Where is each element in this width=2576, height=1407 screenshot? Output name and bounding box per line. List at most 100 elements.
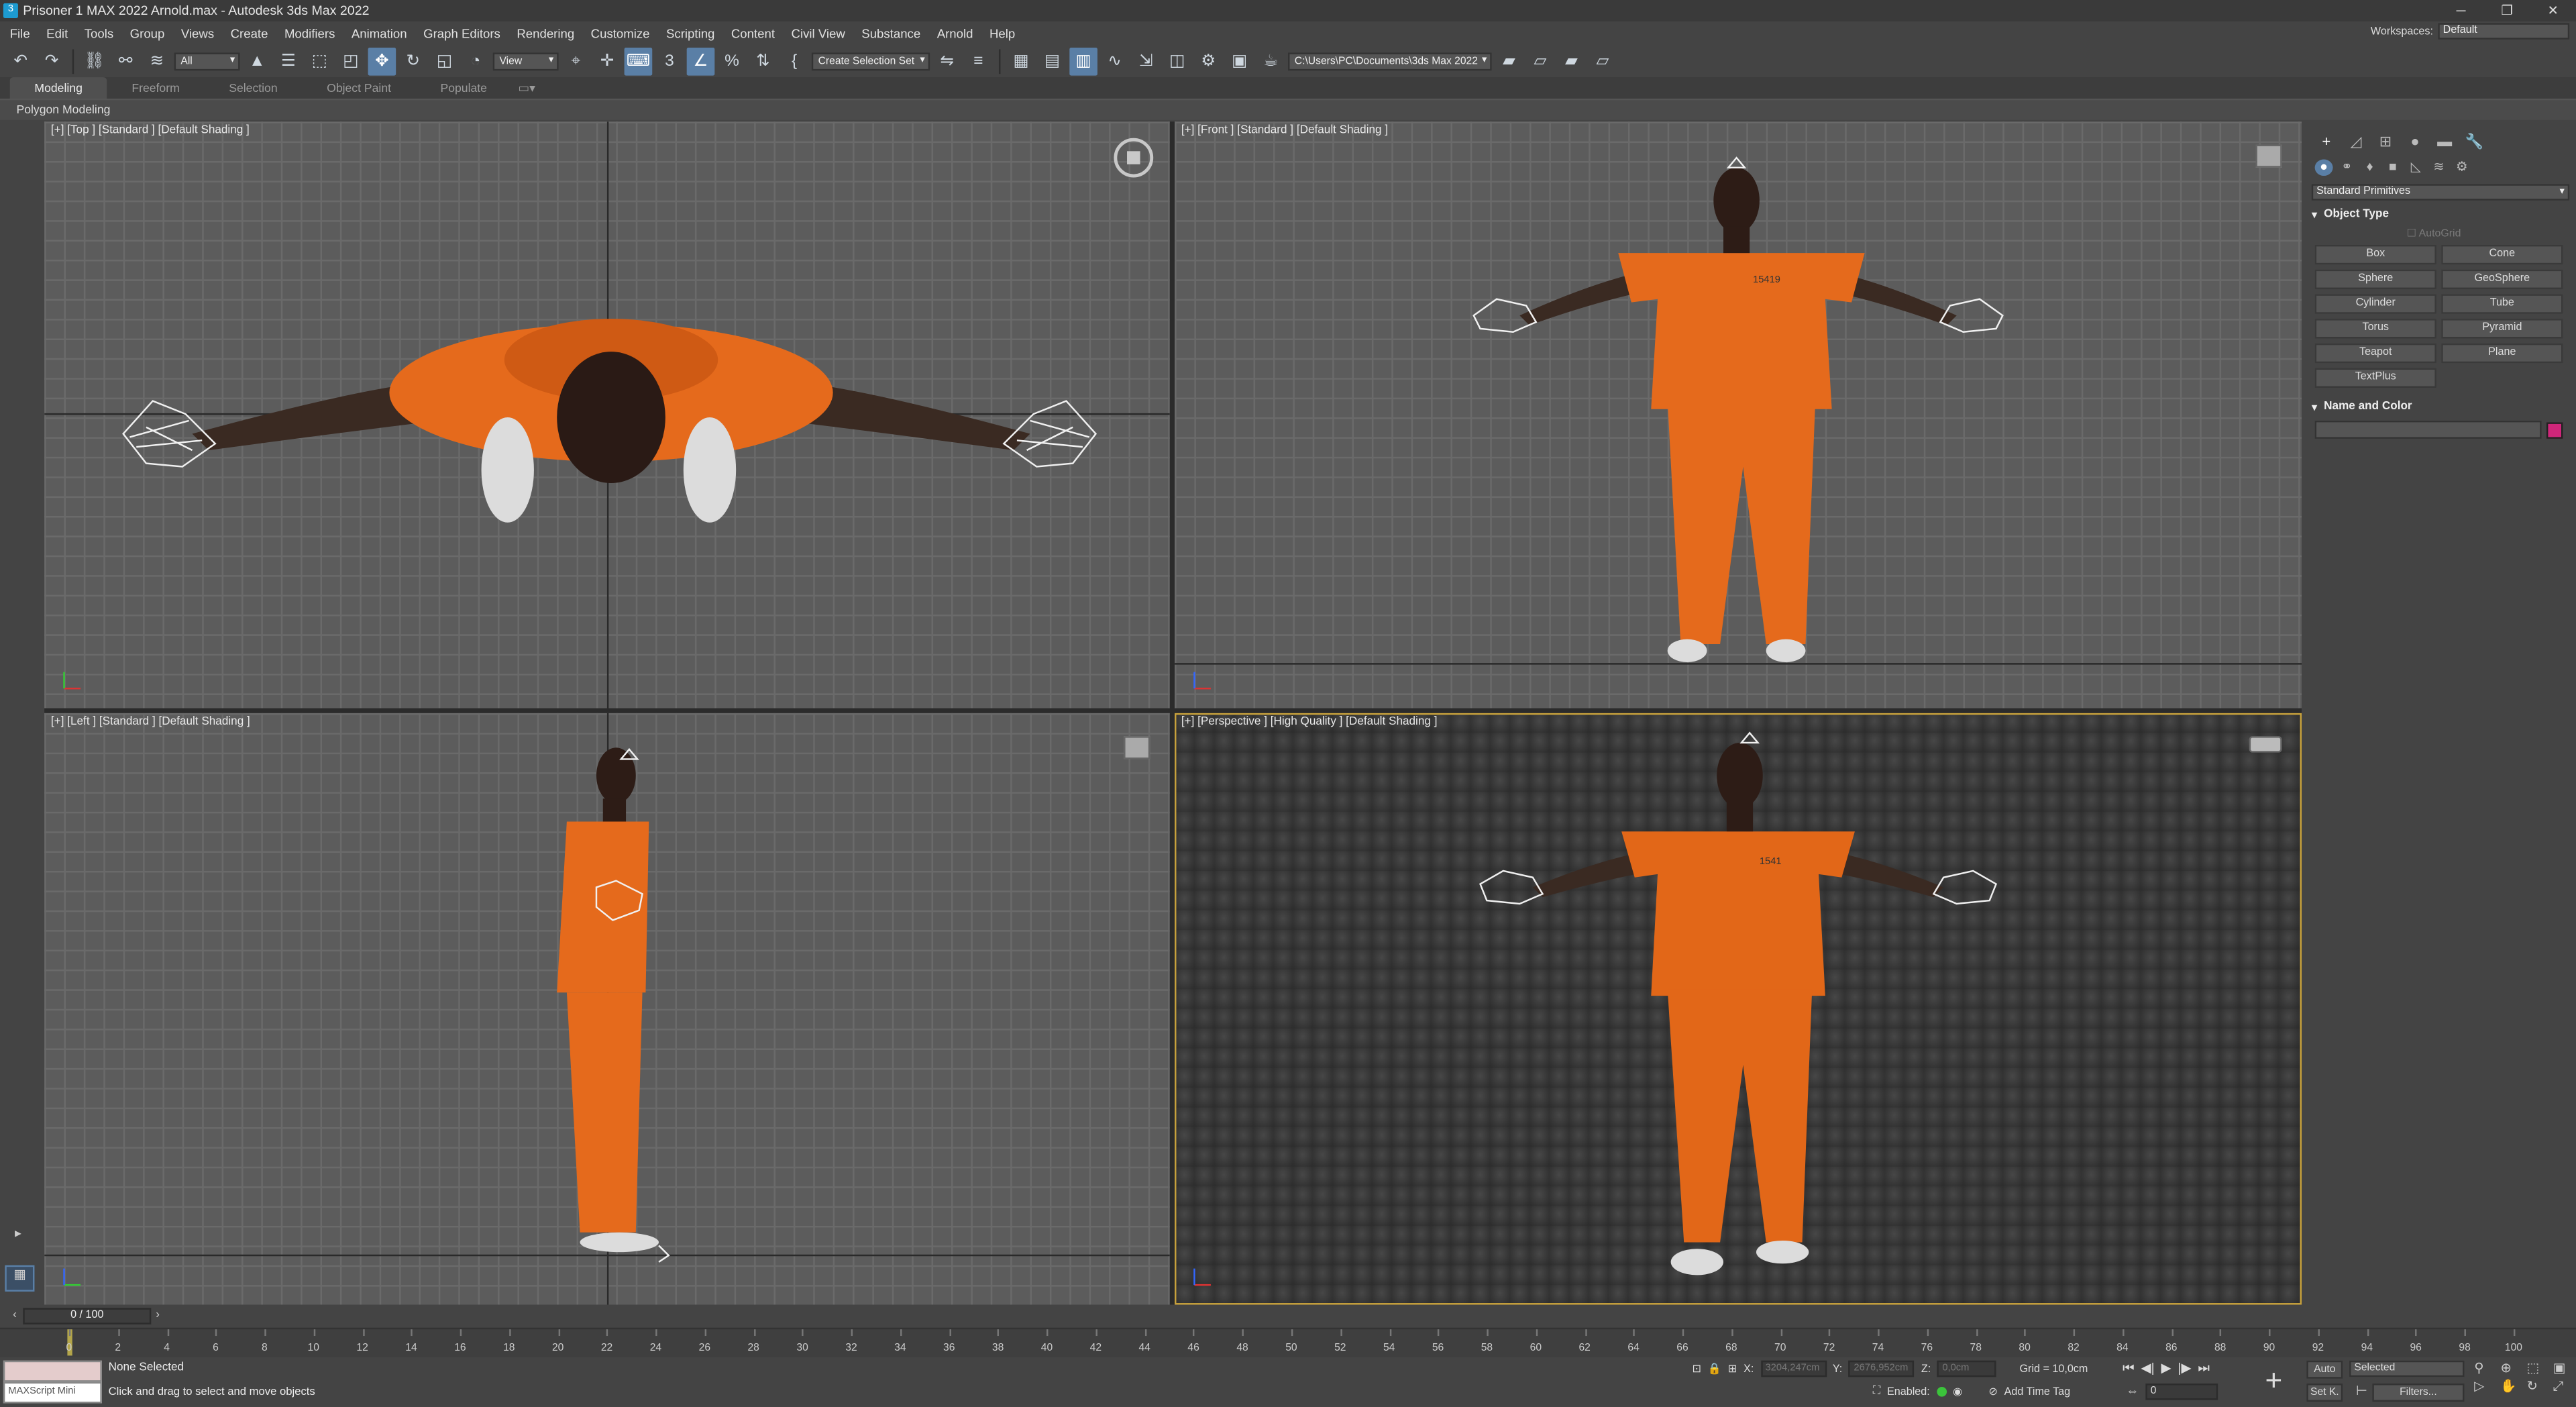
geosphere-button[interactable]: GeoSphere — [2441, 269, 2563, 290]
menu-views[interactable]: Views — [173, 25, 223, 40]
enabled-indicator-icon[interactable] — [1936, 1386, 1947, 1397]
add-time-tag-icon[interactable]: ⊘ — [1988, 1386, 1998, 1398]
menu-customize[interactable]: Customize — [582, 25, 657, 40]
motion-tab-icon[interactable]: ● — [2404, 132, 2426, 151]
maxscript-input[interactable]: MAXScript Mini — [3, 1382, 102, 1404]
menu-substance[interactable]: Substance — [853, 25, 928, 40]
cone-button[interactable]: Cone — [2441, 244, 2563, 265]
box-button[interactable]: Box — [2314, 244, 2436, 265]
menu-modifiers[interactable]: Modifiers — [276, 25, 343, 40]
tab-selection[interactable]: Selection — [204, 77, 302, 99]
manipulate-icon[interactable]: ✛ — [593, 47, 621, 75]
layer-explorer-icon[interactable]: ▤ — [1038, 47, 1067, 75]
menu-graph-editors[interactable]: Graph Editors — [415, 25, 508, 40]
snaps-toggle-icon[interactable]: 3 — [655, 47, 684, 75]
open-folder-icon[interactable]: ▱ — [1526, 47, 1554, 75]
select-scale-icon[interactable]: ◱ — [431, 47, 459, 75]
project-settings-icon[interactable]: ▱ — [1589, 47, 1617, 75]
place-icon[interactable]: ◔ — [462, 47, 490, 75]
field-of-view-icon[interactable]: ▷ — [2474, 1379, 2497, 1395]
zoom-all-icon[interactable]: ⊕ — [2500, 1361, 2523, 1375]
set-key-button[interactable]: Set K. — [2306, 1384, 2343, 1402]
viewport-front[interactable]: 15419 [+] [Front ] [Standard ] [Default … — [1175, 121, 2302, 709]
tab-object-paint[interactable]: Object Paint — [302, 77, 415, 99]
adaptive-degradation-icon[interactable]: ⛶ — [1873, 1386, 1880, 1399]
maxscript-listener[interactable]: MAXScript Mini — [3, 1360, 102, 1404]
viewcube-icon[interactable] — [1124, 736, 1150, 760]
viewcube-icon[interactable] — [2249, 736, 2282, 753]
go-to-start-icon[interactable]: ⏮ — [2123, 1361, 2135, 1377]
frame-nav-icon[interactable]: ⇔ — [2126, 1384, 2139, 1398]
select-by-name-icon[interactable]: ☰ — [274, 47, 303, 75]
pyramid-button[interactable]: Pyramid — [2441, 319, 2563, 339]
percent-snap-icon[interactable]: % — [718, 47, 746, 75]
z-coordinate-field[interactable]: 0,0cm — [1937, 1360, 1997, 1377]
select-object-icon[interactable]: ▲ — [243, 47, 271, 75]
next-frame-arrow-icon[interactable]: › — [151, 1308, 164, 1324]
plane-button[interactable]: Plane — [2441, 343, 2563, 364]
time-tag-icon[interactable]: ◉ — [1953, 1386, 1962, 1398]
utilities-tab-icon[interactable]: 🔧 — [2463, 132, 2485, 151]
tab-freeform[interactable]: Freeform — [107, 77, 205, 99]
scene-explorer-icon[interactable]: ▦ — [1007, 47, 1035, 75]
modify-tab-icon[interactable]: ◿ — [2345, 132, 2367, 151]
curve-editor-icon[interactable]: ∿ — [1101, 47, 1129, 75]
sphere-button[interactable]: Sphere — [2314, 269, 2436, 290]
display-tab-icon[interactable]: ▬ — [2433, 132, 2456, 151]
undo-icon[interactable]: ↶ — [7, 47, 35, 75]
viewport-perspective-label[interactable]: [+] [Perspective ] [High Quality ] [Defa… — [1181, 717, 1438, 728]
spinner-snap-icon[interactable]: ⇅ — [749, 47, 777, 75]
menu-edit[interactable]: Edit — [38, 25, 76, 40]
viewport-top[interactable]: [+] [Top ] [Standard ] [Default Shading … — [44, 121, 1170, 709]
ribbon-options-icon[interactable]: ▭▾ — [512, 77, 542, 99]
go-to-end-icon[interactable]: ⏭ — [2198, 1361, 2210, 1377]
pan-icon[interactable]: ✋ — [2500, 1379, 2523, 1395]
viewcube-icon[interactable] — [2255, 144, 2282, 168]
close-button[interactable]: ✕ — [2530, 0, 2576, 21]
time-slider-handle[interactable]: 0 / 100 — [23, 1308, 152, 1324]
menu-scripting[interactable]: Scripting — [658, 25, 723, 40]
redo-icon[interactable]: ↷ — [38, 47, 66, 75]
hierarchy-tab-icon[interactable]: ⊞ — [2374, 132, 2397, 151]
object-color-swatch[interactable] — [2546, 421, 2563, 438]
maximize-viewport-icon[interactable]: ⤢ — [2553, 1379, 2576, 1395]
select-move-icon[interactable]: ✥ — [368, 46, 396, 75]
object-name-field[interactable] — [2314, 420, 2542, 439]
current-frame-field[interactable]: 0 — [2145, 1384, 2218, 1400]
unlink-icon[interactable]: ⚯ — [112, 47, 140, 75]
pivot-center-icon[interactable]: ⌖ — [562, 47, 590, 75]
zoom-extents-icon[interactable]: ⬚ — [2527, 1361, 2550, 1375]
systems-icon[interactable]: ⚙ — [2453, 158, 2471, 174]
menu-group[interactable]: Group — [121, 25, 172, 40]
menu-file[interactable]: File — [0, 25, 38, 40]
textplus-button[interactable]: TextPlus — [2314, 368, 2436, 388]
window-crossing-icon[interactable]: ◰ — [337, 47, 365, 75]
keyboard-shortcut-override-icon[interactable]: ⌨ — [624, 46, 653, 75]
teapot-button[interactable]: Teapot — [2314, 343, 2436, 364]
helpers-icon[interactable]: ◺ — [2407, 158, 2425, 174]
menu-help[interactable]: Help — [981, 25, 1024, 40]
cameras-icon[interactable]: ■ — [2383, 158, 2402, 174]
object-type-rollout[interactable]: ▾ Object Type — [2312, 209, 2569, 222]
viewport-front-label[interactable]: [+] [Front ] [Standard ] [Default Shadin… — [1181, 125, 1388, 136]
viewport-layout-icon[interactable]: ▦ — [5, 1265, 35, 1292]
auto-key-button[interactable]: Auto — [2306, 1360, 2343, 1379]
steering-wheel-icon[interactable] — [1114, 138, 1154, 178]
space-warps-icon[interactable]: ≋ — [2430, 158, 2448, 174]
minimize-button[interactable]: ─ — [2438, 0, 2484, 21]
key-filter-dropdown[interactable]: Selected — [2349, 1360, 2465, 1377]
next-frame-icon[interactable]: |▶ — [2178, 1361, 2191, 1377]
menu-content[interactable]: Content — [723, 25, 784, 40]
schematic-view-icon[interactable]: ⇲ — [1132, 47, 1160, 75]
menu-civil-view[interactable]: Civil View — [783, 25, 853, 40]
menu-animation[interactable]: Animation — [343, 25, 415, 40]
save-folder-icon[interactable]: ▰ — [1558, 47, 1586, 75]
tube-button[interactable]: Tube — [2441, 294, 2563, 314]
angle-snap-icon[interactable]: ∠ — [686, 46, 715, 75]
bind-space-warp-icon[interactable]: ≋ — [143, 47, 171, 75]
expand-layout-icon[interactable]: ▸ — [8, 1226, 28, 1242]
restore-button[interactable]: ❐ — [2484, 0, 2530, 21]
reference-coordinate-dropdown[interactable]: View — [492, 52, 559, 70]
material-editor-icon[interactable]: ◫ — [1163, 47, 1191, 75]
render-production-icon[interactable]: ☕ — [1256, 47, 1285, 75]
